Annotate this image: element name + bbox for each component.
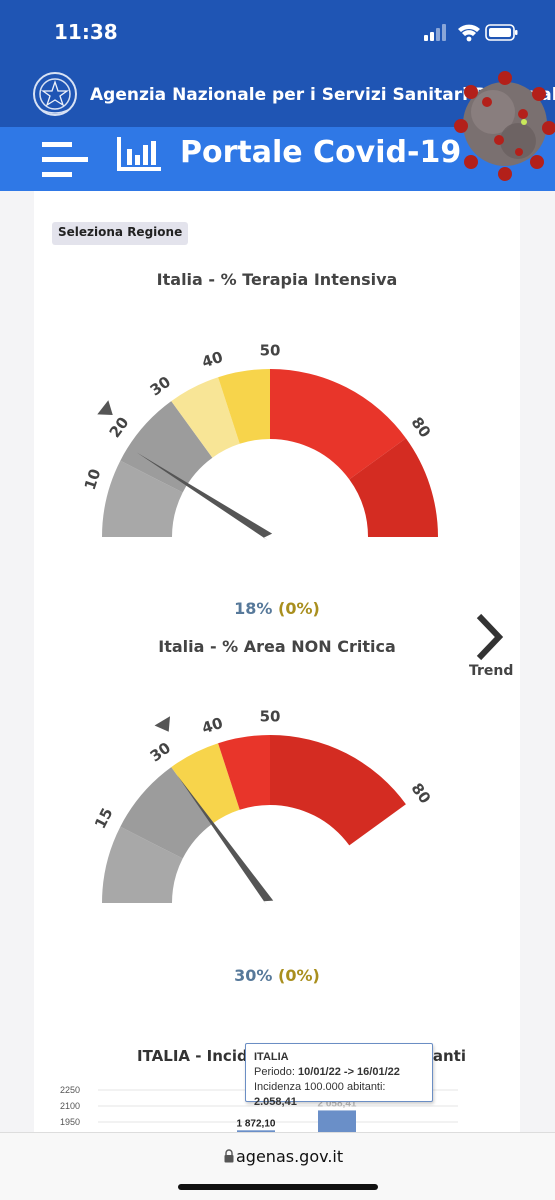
gauge-tick-label: 50 (260, 708, 281, 726)
icu-change: (0%) (278, 599, 320, 618)
incidence-y-tick-label: 2250 (60, 1085, 80, 1095)
gauge-tick-label: 20 (106, 414, 133, 441)
non-critical-percentage: 30% (234, 966, 273, 985)
gauge-tick-label: 30 (147, 373, 174, 400)
non-critical-area-gauge: 15 30 40 50 80 (91, 708, 434, 906)
wifi-icon (458, 24, 480, 42)
lock-icon (224, 1148, 234, 1167)
gauge-tick-label: 10 (81, 467, 105, 492)
tooltip-header: ITALIA (254, 1051, 289, 1063)
address-url[interactable]: agenas.gov.it (236, 1147, 343, 1166)
gauge-tick-label: 80 (407, 780, 434, 807)
status-icons (424, 22, 519, 48)
virus-illustration (443, 66, 555, 196)
gauge-value-icu: 18% (0%) (34, 599, 520, 618)
gauge-threshold-marker-icon (97, 400, 113, 416)
icu-percentage: 18% (234, 599, 273, 618)
incidence-y-tick-label: 1950 (60, 1117, 80, 1127)
non-critical-change: (0%) (278, 966, 320, 985)
gauge-title-non-critical: Italia - % Area NON Critica (158, 637, 396, 656)
gauge-threshold-marker-icon (154, 716, 171, 732)
trend-link[interactable]: Trend (469, 663, 513, 679)
battery-icon (485, 24, 518, 41)
hamburger-menu-icon[interactable] (42, 142, 88, 182)
gauge-tick-label: 40 (200, 348, 225, 372)
gauge-tick-label: 50 (260, 342, 281, 360)
region-selector-button[interactable]: Seleziona Regione (52, 222, 189, 245)
cellular-signal-icon (424, 24, 446, 41)
gauge-tick-label: 30 (147, 739, 174, 766)
gauge-value-non-critical: 30% (0%) (34, 966, 520, 985)
band-high-1 (270, 735, 406, 846)
gauge-tick-label: 40 (200, 714, 225, 738)
status-time: 11:38 (54, 20, 118, 44)
incidence-bar-label: 1 872,10 (237, 1118, 276, 1129)
tooltip-period: Periodo: 10/01/22 -> 16/01/22 (254, 1066, 400, 1078)
incidence-tooltip: ITALIA Periodo: 10/01/22 -> 16/01/22 Inc… (245, 1043, 433, 1108)
icu-occupancy-gauge: 10 20 30 40 50 80 (81, 342, 438, 541)
italian-emblem-logo (30, 69, 80, 123)
home-indicator[interactable] (178, 1184, 378, 1190)
gauge-tick-label: 15 (91, 805, 117, 832)
bar-chart-icon (117, 135, 163, 177)
portal-title: Portale Covid-19 (180, 135, 462, 170)
gauge-title-icu: Italia - % Terapia Intensiva (156, 270, 398, 289)
gauge-tick-label: 80 (407, 414, 434, 441)
incidence-y-tick-label: 2100 (60, 1101, 80, 1111)
tooltip-incidence: Incidenza 100.000 abitanti: 2.058,41 (254, 1081, 386, 1108)
